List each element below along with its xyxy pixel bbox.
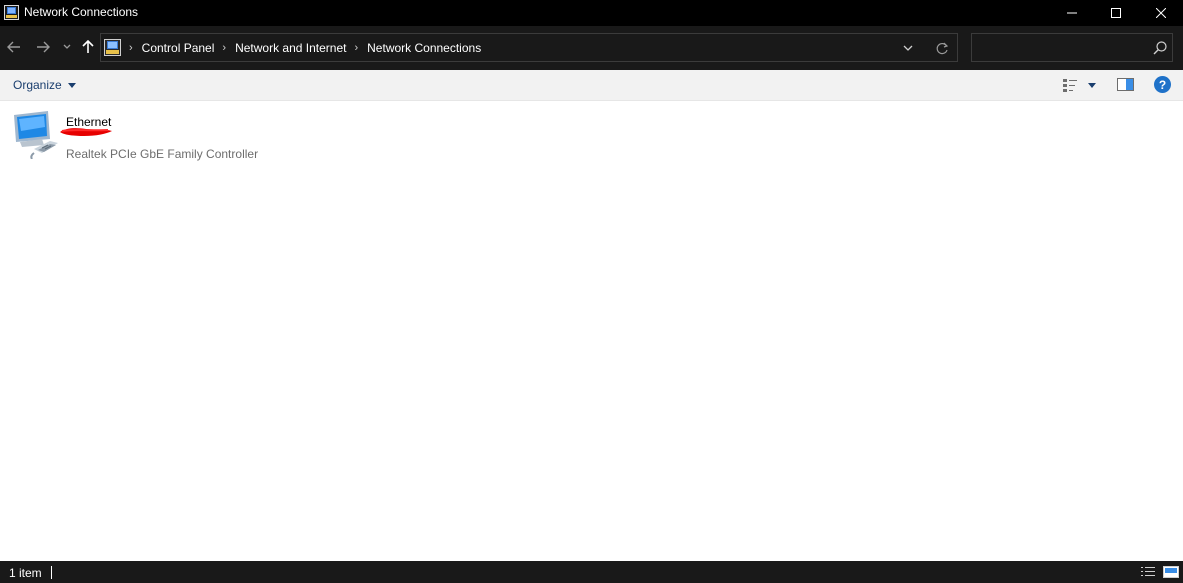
preview-pane-icon[interactable] [1117,77,1135,93]
view-options-dropdown-icon[interactable] [1088,83,1096,88]
details-view-icon[interactable] [1140,565,1156,579]
status-bar: 1 item [0,561,1183,583]
title-bar: Network Connections [0,0,1183,26]
arrow-left-icon [7,41,20,53]
minimize-button[interactable] [1049,0,1095,26]
organize-label: Organize [13,78,62,92]
help-button[interactable]: ? [1154,76,1171,93]
minimize-icon [1067,12,1077,14]
recent-locations-button[interactable] [60,38,74,56]
large-icons-view-icon[interactable] [1163,565,1179,579]
maximize-icon [1111,8,1121,18]
search-icon [1153,41,1167,55]
chevron-down-icon [63,44,71,49]
breadcrumb-item-network-connections[interactable]: Network Connections [367,41,481,55]
search-box[interactable] [971,33,1173,62]
chevron-down-icon [903,45,913,51]
change-view-icon[interactable] [1062,77,1078,93]
close-icon [1156,8,1166,18]
file-list-area: Ethernet Realtek PCIe GbE Family Control… [0,101,1183,561]
search-input[interactable] [972,34,1147,61]
maximize-button[interactable] [1093,0,1139,26]
network-connections-app-icon [4,5,19,20]
network-adapter-icon [14,111,58,159]
breadcrumb-item-control-panel[interactable]: Control Panel [142,41,215,55]
breadcrumb: › Control Panel › Network and Internet ›… [125,34,485,61]
breadcrumb-separator[interactable]: › [222,42,226,54]
breadcrumb-separator: › [129,41,133,54]
caret-down-icon [67,82,76,88]
item-count: 1 item [9,566,42,580]
close-button[interactable] [1138,0,1183,26]
control-panel-icon [104,39,121,56]
status-divider [51,566,52,579]
forward-button[interactable] [34,38,52,56]
status-scribble [60,128,112,136]
organize-menu-button[interactable]: Organize [13,78,76,92]
arrow-right-icon [37,41,50,53]
address-history-button[interactable] [901,42,915,54]
address-bar[interactable]: › Control Panel › Network and Internet ›… [100,33,958,62]
refresh-button[interactable] [934,40,950,56]
navigation-bar: › Control Panel › Network and Internet ›… [0,26,1183,70]
breadcrumb-item-network-and-internet[interactable]: Network and Internet [235,41,346,55]
arrow-up-icon [82,40,94,53]
connection-device-name: Realtek PCIe GbE Family Controller [66,147,259,161]
window-title: Network Connections [24,5,139,19]
up-button[interactable] [79,38,97,56]
command-bar: Organize ? [0,70,1183,101]
connection-item-ethernet[interactable]: Ethernet Realtek PCIe GbE Family Control… [8,106,268,161]
refresh-icon [936,42,948,54]
back-button[interactable] [5,38,23,56]
breadcrumb-separator[interactable]: › [354,42,358,54]
